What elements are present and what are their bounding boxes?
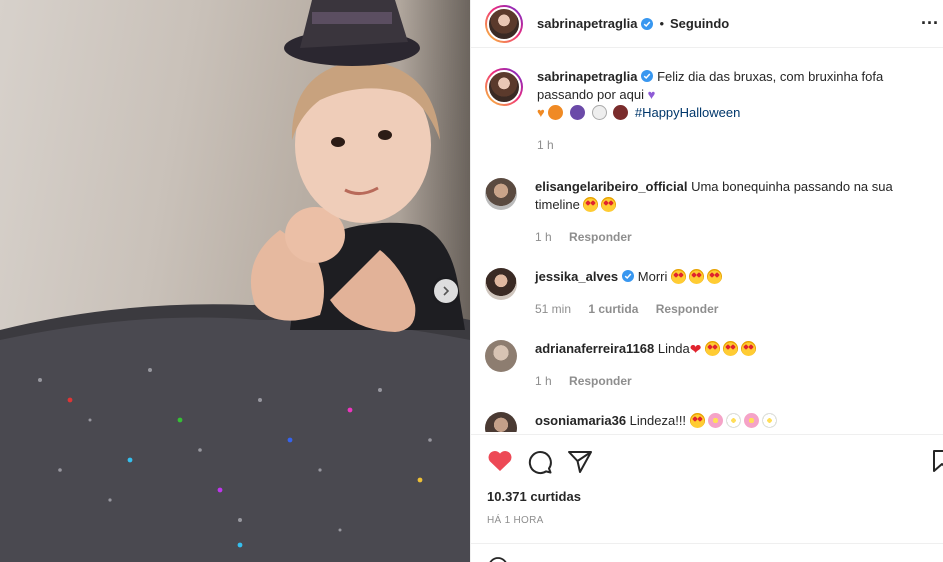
comment-username[interactable]: adrianaferreira1168: [535, 341, 654, 356]
comment-time: 51 min: [535, 302, 572, 316]
post-time: HÁ 1 HORA: [487, 515, 544, 526]
reply-button[interactable]: Responder: [569, 230, 632, 244]
vampire-icon: [613, 105, 629, 120]
red-heart-icon: ❤: [689, 341, 702, 357]
star-struck-icon: [689, 413, 705, 428]
commenter-avatar[interactable]: [485, 340, 517, 372]
comment-item: adrianaferreira1168 Linda❤ 1 h Responder: [485, 340, 935, 390]
star-struck-icon: [583, 197, 599, 212]
comment-username[interactable]: osoniamaria36: [535, 413, 626, 428]
comment-icon[interactable]: [527, 449, 553, 475]
commenter-avatar[interactable]: [485, 268, 517, 300]
comments-list: sabrinapetraglia Feliz dia das bruxas, c…: [471, 48, 943, 432]
commenter-avatar[interactable]: [485, 412, 517, 432]
comment-text: Linda: [657, 341, 690, 356]
comment-item: osoniamaria36 Lindeza!!!: [485, 412, 935, 432]
baby-witch-illustration: [0, 0, 470, 562]
emoji-icon[interactable]: [487, 556, 509, 562]
caption: sabrinapetraglia Feliz dia das bruxas, c…: [485, 68, 935, 154]
flower-icon: [743, 413, 759, 428]
ghost-icon: [591, 105, 607, 120]
verified-icon: [622, 270, 635, 282]
star-struck-icon: [689, 269, 704, 284]
caption-time: 1 h: [537, 138, 554, 152]
post-photo[interactable]: [0, 0, 470, 562]
comment-username[interactable]: elisangelaribeiro_official: [535, 179, 687, 194]
verified-icon: [641, 70, 654, 82]
caption-avatar[interactable]: [485, 68, 523, 106]
purple-heart-icon: ♥: [647, 87, 656, 102]
comment-username[interactable]: jessika_alves: [535, 269, 618, 284]
star-struck-icon: [723, 341, 739, 356]
post-side-panel: sabrinapetraglia • Seguindo ... sabrinap…: [470, 0, 943, 562]
add-comment-bar[interactable]: [471, 543, 943, 562]
action-bar: [471, 434, 943, 484]
hashtag-link[interactable]: #HappyHalloween: [635, 105, 741, 120]
follow-status-button[interactable]: Seguindo: [670, 16, 729, 31]
share-icon[interactable]: [567, 449, 593, 475]
caption-username[interactable]: sabrinapetraglia: [537, 69, 637, 84]
heart-icon[interactable]: [487, 449, 513, 473]
reply-button[interactable]: Responder: [569, 374, 632, 388]
star-struck-icon: [707, 269, 722, 284]
star-struck-icon: [601, 197, 617, 212]
daisy-icon: [725, 413, 741, 428]
save-icon[interactable]: [932, 449, 943, 473]
witch-icon: [569, 105, 585, 120]
verified-icon: [641, 17, 654, 30]
more-icon[interactable]: ...: [921, 8, 939, 29]
commenter-avatar[interactable]: [485, 178, 517, 210]
pumpkin-icon: [548, 105, 564, 120]
next-photo-button[interactable]: [434, 279, 458, 303]
author-avatar[interactable]: [485, 4, 523, 43]
comment-time: 1 h: [535, 230, 552, 244]
likes-count[interactable]: 10.371 curtidas: [487, 489, 581, 504]
post-header: sabrinapetraglia • Seguindo ...: [471, 0, 943, 48]
daisy-icon: [761, 413, 777, 428]
header-separator: •: [659, 16, 664, 31]
flower-icon: [707, 413, 723, 428]
comment-likes-link[interactable]: 1 curtida: [588, 302, 638, 316]
comment-text: Morri: [637, 269, 668, 284]
reply-button[interactable]: Responder: [656, 302, 719, 316]
star-struck-icon: [741, 341, 757, 356]
star-struck-icon: [671, 269, 686, 284]
comment-item: elisangelaribeiro_official Uma bonequinh…: [485, 178, 935, 246]
author-username[interactable]: sabrinapetraglia: [537, 16, 637, 31]
comment-text: Lindeza!!!: [629, 413, 687, 428]
next-arrow-icon: [443, 286, 450, 296]
comment-time: 1 h: [535, 374, 552, 388]
comment-item: jessika_alves Morri 51 min 1 curtida Res…: [485, 268, 935, 318]
star-struck-icon: [705, 341, 721, 356]
orange-heart-icon: ♥: [537, 105, 545, 120]
